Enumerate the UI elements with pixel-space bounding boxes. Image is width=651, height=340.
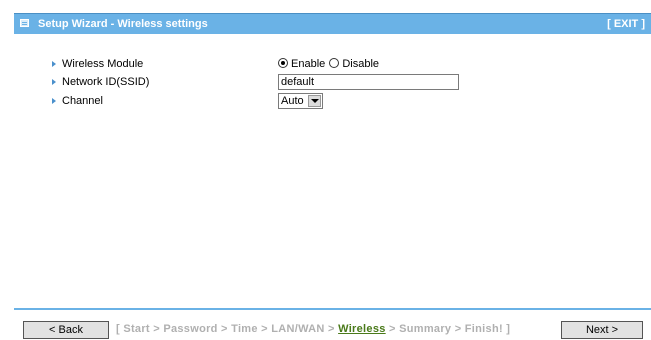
enable-radio-label[interactable]: Enable [291, 58, 325, 70]
step-wireless-current[interactable]: Wireless [338, 323, 386, 335]
bullet-arrow-icon [52, 61, 56, 67]
bullet-arrow-icon [52, 79, 56, 85]
window-icon [20, 19, 29, 27]
chevron-down-icon[interactable] [308, 95, 321, 107]
footer: < Back [ Start > Password > Time > LAN/W… [0, 310, 651, 340]
wireless-module-label: Wireless Module [62, 58, 144, 70]
channel-select-value: Auto [281, 95, 304, 107]
steps-after: > Summary > Finish! ] [385, 323, 511, 335]
ssid-label: Network ID(SSID) [62, 76, 150, 88]
enable-radio[interactable] [278, 58, 288, 68]
exit-link[interactable]: [ EXIT ] [607, 18, 645, 30]
bullet-arrow-icon [52, 98, 56, 104]
page-title: Setup Wizard - Wireless settings [38, 18, 208, 30]
ssid-input[interactable] [278, 74, 459, 90]
disable-radio-label[interactable]: Disable [342, 58, 379, 70]
channel-label: Channel [62, 95, 103, 107]
steps-before: Start > Password > Time > LAN/WAN > [123, 323, 339, 335]
next-button[interactable]: Next > [561, 321, 643, 339]
wireless-module-radio-group: Enable Disable [278, 57, 379, 71]
title-bar: Setup Wizard - Wireless settings [ EXIT … [14, 13, 651, 34]
wizard-steps: [ Start > Password > Time > LAN/WAN > Wi… [116, 323, 510, 335]
disable-radio[interactable] [329, 58, 340, 68]
channel-select[interactable]: Auto [278, 93, 323, 109]
back-button[interactable]: < Back [23, 321, 109, 339]
